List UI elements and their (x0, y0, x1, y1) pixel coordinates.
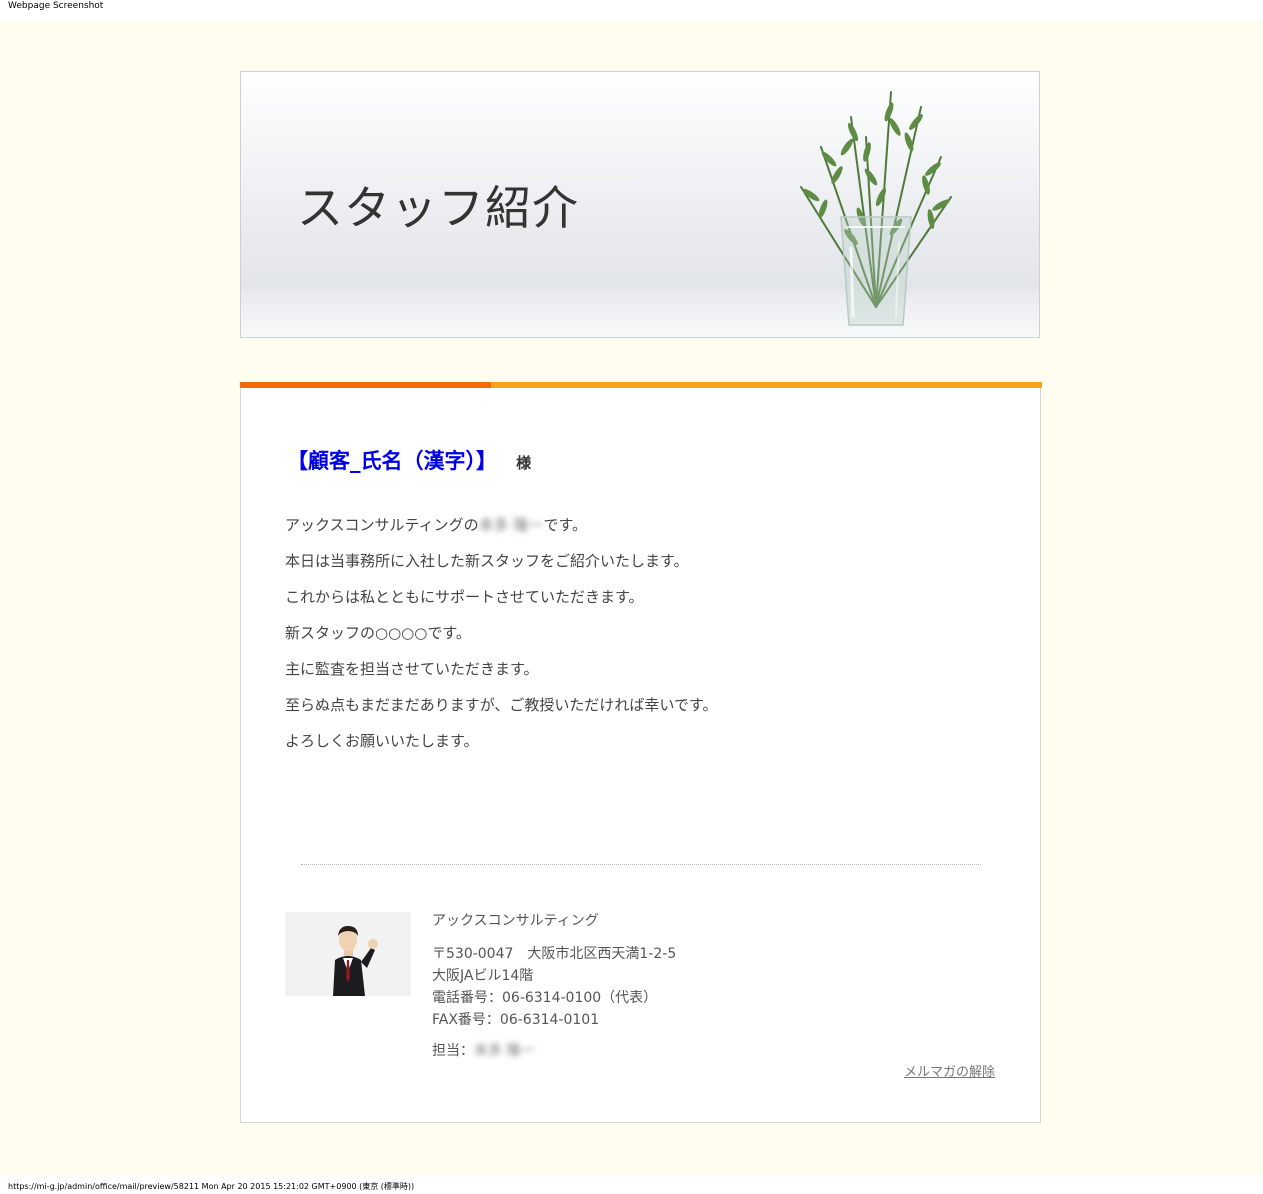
rosemary-glass-illustration (800, 91, 952, 326)
contact-label: 担当： (432, 1043, 474, 1059)
fax-line: FAX番号：06-6314-0101 (432, 1012, 600, 1028)
accent-stripe-left (240, 382, 491, 388)
staff-photo-image (285, 912, 411, 996)
staff-photo (285, 912, 411, 996)
signature-company: アックスコンサルティング (432, 913, 599, 929)
body-line-1-suffix: です。 (543, 516, 587, 534)
email-card: 【顧客_氏名（漢字）】 様 アックスコンサルティングの本多 隆一です。 本日は当… (240, 382, 1042, 1123)
hero-banner: スタッフ紹介 (240, 71, 1040, 338)
body-line-1: アックスコンサルティングの本多 隆一です。 (285, 514, 717, 550)
contact-person: 担当：本多 隆一 (432, 1041, 676, 1061)
address-line-1: 〒530-0047 大阪市北区西天満1-2-5 (432, 946, 677, 962)
customer-name-placeholder: 【顧客_氏名（漢字）】 (287, 449, 497, 473)
body-line-1-prefix: アックスコンサルティングの (285, 516, 479, 534)
body-line-6: 至らぬ点もまだまだありますが、ご教授いただければ幸いです。 (285, 696, 718, 714)
address-line-2: 大阪JAビル14階 (432, 968, 534, 984)
accent-stripe-right (491, 382, 1042, 388)
sender-name-blurred: 本多 隆一 (478, 516, 544, 534)
message-body: アックスコンサルティングの本多 隆一です。 本日は当事務所に入社した新スタッフを… (285, 514, 717, 766)
signature-address: 〒530-0047 大阪市北区西天満1-2-5 大阪JAビル14階 電話番号：0… (432, 943, 676, 1031)
honorific: 様 (516, 454, 532, 472)
dotted-divider (301, 864, 981, 865)
phone-line: 電話番号：06-6314-0100（代表） (432, 990, 658, 1006)
unsubscribe-link[interactable]: メルマガの解除 (904, 1061, 995, 1080)
body-line-3: これからは私とともにサポートさせていただきます。 (285, 588, 644, 606)
body-line-4: 新スタッフの○○○○です。 (285, 624, 471, 642)
greeting: 【顧客_氏名（漢字）】 様 (287, 445, 531, 475)
header-label: Webpage Screenshot (8, 1, 104, 11)
footer-url-timestamp: https://mi-g.jp/admin/office/mail/previe… (8, 1182, 415, 1191)
body-line-5: 主に監査を担当させていただきます。 (285, 660, 539, 678)
signature-block: アックスコンサルティング 〒530-0047 大阪市北区西天満1-2-5 大阪J… (432, 911, 676, 1061)
body-line-2: 本日は当事務所に入社した新スタッフをご紹介いたします。 (285, 552, 689, 570)
contact-name-blurred: 本多 隆一 (474, 1043, 535, 1059)
body-line-7: よろしくお願いいたします。 (285, 732, 479, 750)
hero-title: スタッフ紹介 (297, 181, 579, 235)
browser-header: Webpage Screenshot (0, 0, 1263, 20)
browser-footer: https://mi-g.jp/admin/office/mail/previe… (0, 1176, 1263, 1194)
